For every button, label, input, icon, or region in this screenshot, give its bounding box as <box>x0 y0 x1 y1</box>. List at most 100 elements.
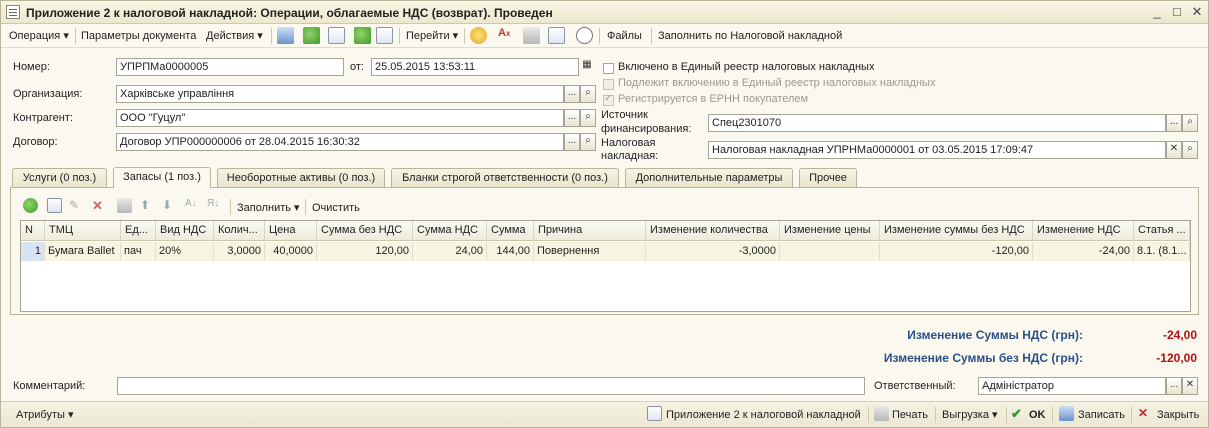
inventory-table[interactable]: N ТМЦ Ед... Вид НДС Колич... Цена Сумма … <box>20 220 1191 312</box>
ok-button[interactable]: OK <box>1029 407 1046 423</box>
move-up-icon[interactable]: ⬆ <box>140 198 155 213</box>
responsible-field[interactable]: Адміністратор <box>978 377 1166 395</box>
responsible-select-button[interactable]: ... <box>1166 377 1182 395</box>
table-cell[interactable] <box>780 242 880 261</box>
files-button[interactable]: Файлы <box>607 28 642 44</box>
spellcheck-icon[interactable]: Ax <box>498 27 515 44</box>
number-field[interactable]: УПРПМа0000005 <box>116 58 344 76</box>
invoice-open-icon[interactable]: ⌕ <box>1182 141 1198 159</box>
structure-icon[interactable] <box>523 27 540 44</box>
sort-asc-icon[interactable]: A↓ <box>185 198 200 213</box>
end-edit-icon[interactable] <box>117 198 132 213</box>
invoice-clear-icon[interactable]: ✕ <box>1166 141 1182 159</box>
column-header[interactable]: Изменение суммы без НДС <box>880 221 1033 241</box>
close-button[interactable]: Закрыть <box>1157 407 1199 423</box>
operation-menu[interactable]: Операция ▾ <box>9 28 69 44</box>
goto-menu[interactable]: Перейти ▾ <box>406 28 458 44</box>
copy-document-icon[interactable] <box>328 27 345 44</box>
contractor-select-button[interactable]: ... <box>564 109 580 127</box>
clear-button[interactable]: Очистить <box>312 200 360 216</box>
help-icon[interactable] <box>470 27 487 44</box>
table-cell[interactable]: пач <box>121 242 156 261</box>
minimize-icon[interactable]: _ <box>1149 4 1165 20</box>
tab-strict-forms[interactable]: Бланки строгой ответственности (0 поз.) <box>391 168 619 187</box>
actions-menu[interactable]: Действия ▾ <box>206 28 263 44</box>
contract-field[interactable]: Договор УПР000000006 от 28.04.2015 16:30… <box>116 133 564 151</box>
organization-select-button[interactable]: ... <box>564 85 580 103</box>
tab-noncurrent-assets[interactable]: Необоротные активы (0 поз.) <box>217 168 385 187</box>
print-form-icon[interactable] <box>647 406 662 421</box>
source-open-icon[interactable]: ⌕ <box>1182 114 1198 132</box>
table-cell[interactable]: 144,00 <box>487 242 534 261</box>
column-header[interactable]: Изменение цены <box>780 221 880 241</box>
column-header[interactable]: Изменение НДС <box>1033 221 1134 241</box>
table-cell[interactable]: -3,0000 <box>646 242 780 261</box>
tab-additional-params[interactable]: Дополнительные параметры <box>625 168 793 187</box>
column-header[interactable]: Колич... <box>214 221 265 241</box>
table-cell[interactable]: 1 <box>21 242 45 261</box>
close-icon[interactable]: ✕ <box>1189 4 1205 20</box>
column-header[interactable]: Ед... <box>121 221 156 241</box>
table-cell[interactable]: -120,00 <box>880 242 1033 261</box>
unpost-document-icon[interactable] <box>376 27 393 44</box>
clock-icon[interactable] <box>576 27 593 44</box>
save-button[interactable]: Записать <box>1078 407 1125 423</box>
table-cell[interactable]: -24,00 <box>1033 242 1134 261</box>
table-cell[interactable]: Бумага Ballet <box>45 242 121 261</box>
export-menu[interactable]: Выгрузка ▾ <box>942 407 998 423</box>
column-header[interactable]: Сумма без НДС <box>317 221 413 241</box>
close-x-icon[interactable]: ✕ <box>1138 406 1153 421</box>
list-icon[interactable] <box>548 27 565 44</box>
organization-field[interactable]: Харківське управління <box>116 85 564 103</box>
fill-by-invoice-button[interactable]: Заполнить по Налоговой накладной <box>658 28 842 44</box>
comment-field[interactable] <box>117 377 865 395</box>
maximize-icon[interactable]: □ <box>1169 4 1185 20</box>
contract-open-icon[interactable]: ⌕ <box>580 133 596 151</box>
column-header[interactable]: Сумма НДС <box>413 221 487 241</box>
tax-invoice-field[interactable]: Налоговая накладная УПРНМа0000001 от 03.… <box>708 141 1166 159</box>
column-header[interactable]: Цена <box>265 221 317 241</box>
column-header[interactable]: Изменение количества <box>646 221 780 241</box>
date-field[interactable]: 25.05.2015 13:53:11 <box>371 58 579 76</box>
organization-open-icon[interactable]: ⌕ <box>580 85 596 103</box>
printer-icon[interactable] <box>874 406 889 421</box>
refresh-icon[interactable] <box>303 27 320 44</box>
print-button[interactable]: Печать <box>892 407 928 423</box>
table-cell[interactable]: 8.1. (8.1... <box>1134 242 1190 261</box>
responsible-clear-icon[interactable]: ✕ <box>1182 377 1198 395</box>
document-params-button[interactable]: Параметры документа <box>81 28 196 44</box>
included-in-register-checkbox[interactable] <box>603 63 614 74</box>
column-header[interactable]: Причина <box>534 221 646 241</box>
edit-row-icon[interactable]: ✎ <box>69 198 84 213</box>
copy-row-icon[interactable] <box>47 198 62 213</box>
financing-source-field[interactable]: Спец2301070 <box>708 114 1166 132</box>
table-cell[interactable]: 24,00 <box>413 242 487 261</box>
column-header[interactable]: Статья ... <box>1134 221 1190 241</box>
column-header[interactable]: Вид НДС <box>156 221 214 241</box>
contract-select-button[interactable]: ... <box>564 133 580 151</box>
sort-desc-icon[interactable]: Я↓ <box>207 198 222 213</box>
column-header[interactable]: N <box>21 221 45 241</box>
table-cell[interactable]: 3,0000 <box>214 242 265 261</box>
move-down-icon[interactable]: ⬇ <box>162 198 177 213</box>
contractor-field[interactable]: ООО "Гуцул" <box>116 109 564 127</box>
contractor-open-icon[interactable]: ⌕ <box>580 109 596 127</box>
tab-other[interactable]: Прочее <box>799 168 857 187</box>
delete-row-icon[interactable]: ✕ <box>92 198 107 213</box>
table-cell[interactable]: 40,0000 <box>265 242 317 261</box>
post-document-icon[interactable] <box>354 27 371 44</box>
source-select-button[interactable]: ... <box>1166 114 1182 132</box>
tab-services[interactable]: Услуги (0 поз.) <box>12 168 107 187</box>
column-header[interactable]: Сумма <box>487 221 534 241</box>
ok-check-icon[interactable]: ✔ <box>1011 406 1026 421</box>
table-cell[interactable]: 20% <box>156 242 214 261</box>
calendar-icon[interactable]: ▦ <box>579 58 595 76</box>
fill-menu[interactable]: Заполнить ▾ <box>237 200 300 216</box>
save-disk-icon[interactable] <box>1059 406 1074 421</box>
add-row-icon[interactable] <box>23 198 38 213</box>
table-cell[interactable]: 120,00 <box>317 242 413 261</box>
column-header[interactable]: ТМЦ <box>45 221 121 241</box>
print-form-button[interactable]: Приложение 2 к налоговой накладной <box>666 407 861 423</box>
attributes-menu[interactable]: Атрибуты ▾ <box>16 407 73 423</box>
move-document-icon[interactable] <box>277 27 294 44</box>
